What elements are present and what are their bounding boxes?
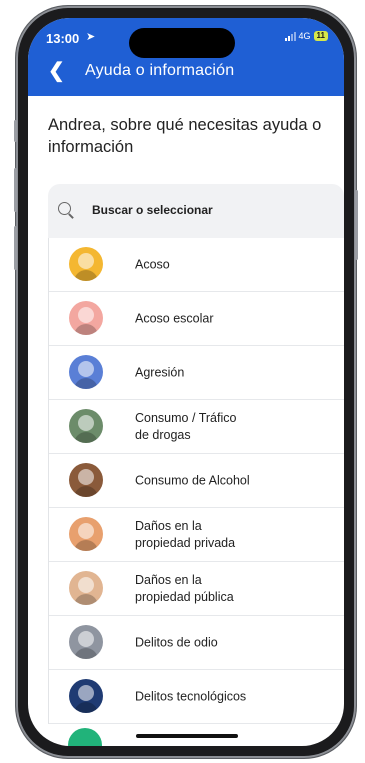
category-illustration-icon [69,355,103,389]
category-label: Delitos tecnológicos [135,689,247,703]
network-label: 4G [298,31,311,41]
power-button [355,190,358,260]
category-illustration-icon [69,463,103,497]
category-illustration-icon [69,409,103,443]
battery-icon: 11 [313,31,328,41]
category-label: Daños en la propiedad pública [135,572,234,604]
category-label: Consumo / Tráfico de drogas [135,410,237,442]
category-item[interactable]: Acoso escolar [49,292,344,346]
location-arrow-icon: ➤ [86,31,96,43]
category-illustration-icon [69,679,103,713]
status-indicators: 4G 11 [284,31,328,41]
search-input[interactable]: Buscar o seleccionar [48,184,344,238]
app-screen: 13:00 ➤ 4G 11 ❮ Ayuda o información Andr… [28,18,344,746]
category-label: Delitos de odio [135,635,218,649]
category-item[interactable]: Daños en la propiedad pública [49,562,344,616]
category-illustration-icon [69,247,103,281]
category-label: Consumo de Alcohol [135,473,250,487]
category-item[interactable]: Delitos tecnológicos [49,670,344,724]
category-illustration-icon [69,517,103,551]
category-label: Agresión [135,365,185,379]
signal-icon [284,31,296,41]
category-illustration-icon [69,625,103,659]
search-placeholder: Buscar o seleccionar [92,203,213,217]
volume-up-button [14,168,17,212]
page-title: Ayuda o información [85,62,235,79]
category-item[interactable]: Consumo de Alcohol [49,454,344,508]
category-illustration-icon [69,571,103,605]
help-prompt: Andrea, sobre qué necesitas ayuda o info… [48,116,322,156]
category-illustration-icon [69,301,103,335]
partial-category-avatar [68,728,102,746]
home-indicator [136,734,238,738]
category-item[interactable]: Daños en la propiedad privada [49,508,344,562]
category-list: Acoso Acoso escolar Agresión Consumo / Tráf… [48,238,344,724]
volume-down-button [14,226,17,270]
category-label: Acoso escolar [135,311,214,325]
category-item[interactable]: Acoso [49,238,344,292]
back-chevron-icon[interactable]: ❮ [48,58,65,83]
status-time: 13:00 [46,31,80,46]
category-label: Daños en la propiedad privada [135,518,236,550]
app-header: 13:00 ➤ 4G 11 ❮ Ayuda o información [28,18,344,96]
category-label: Acoso [135,257,170,271]
action-button [14,120,17,142]
category-item[interactable]: Agresión [49,346,344,400]
category-item[interactable]: Delitos de odio [49,616,344,670]
search-icon [58,202,71,215]
dynamic-island [129,28,235,58]
category-item[interactable]: Consumo / Tráfico de drogas [49,400,344,454]
